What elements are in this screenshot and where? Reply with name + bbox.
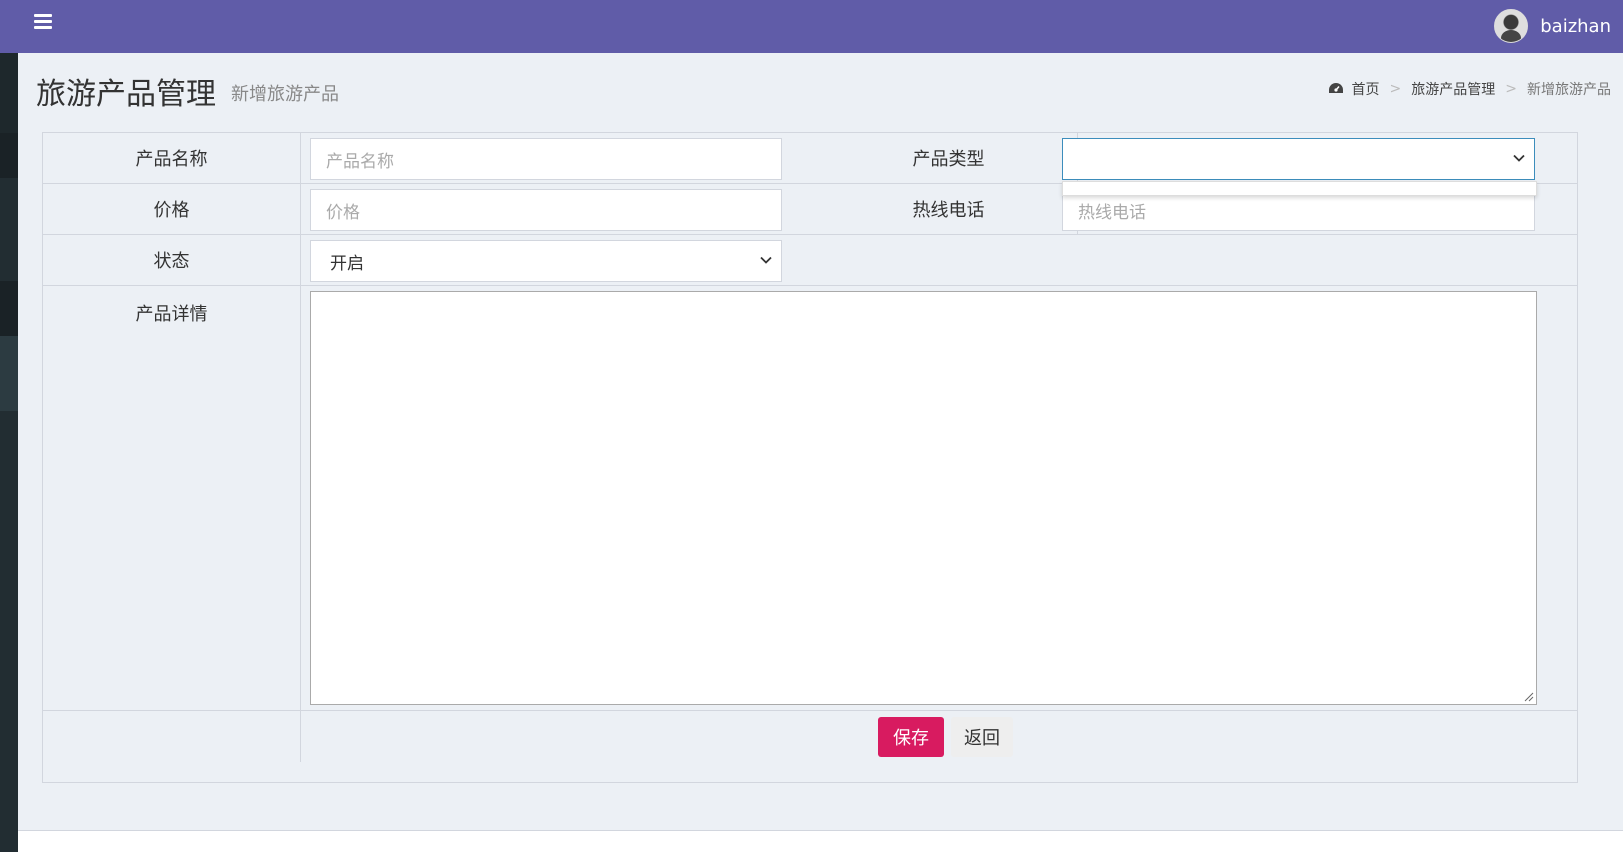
product-type-select[interactable]	[1062, 138, 1535, 180]
sidebar	[0, 0, 18, 852]
product-form: 产品名称 产品名称 产品类型 价格 价格 热线电话 热线电话 状态 开启 产品详…	[42, 132, 1578, 783]
footer	[18, 830, 1623, 853]
status-select[interactable]: 开启	[310, 240, 782, 282]
breadcrumb-home[interactable]: 首页	[1352, 79, 1380, 99]
detail-label: 产品详情	[43, 286, 301, 710]
breadcrumb: 首页 > 旅游产品管理 > 新增旅游产品	[1328, 79, 1611, 99]
form-row: 产品详情	[43, 286, 1577, 711]
dashboard-icon	[1328, 83, 1343, 93]
status-value: 开启	[330, 253, 364, 274]
sidebar-section	[0, 53, 18, 133]
sidebar-section	[0, 133, 18, 178]
hamburger-icon[interactable]	[34, 14, 52, 30]
page-title: 旅游产品管理	[36, 77, 216, 112]
resize-grip-icon[interactable]	[1524, 692, 1534, 702]
navbar-left-strip	[0, 0, 18, 53]
form-actions-row: 保存 返回	[43, 711, 1577, 762]
top-navbar: baizhan	[18, 0, 1623, 53]
breadcrumb-separator: >	[1505, 81, 1517, 97]
sidebar-section	[0, 281, 18, 336]
user-avatar	[1494, 9, 1529, 43]
page-subtitle: 新增旅游产品	[231, 84, 339, 105]
price-label: 价格	[43, 184, 301, 234]
username: baizhan	[1540, 15, 1611, 37]
content-area: 旅游产品管理 新增旅游产品 首页 > 旅游产品管理 > 新增旅游产品 产品名称 …	[18, 53, 1623, 830]
sidebar-section	[0, 336, 18, 411]
product-name-input[interactable]: 产品名称	[310, 138, 782, 180]
detail-textarea[interactable]	[310, 291, 1537, 705]
actions-label-cell	[43, 711, 301, 762]
sidebar-section	[0, 178, 18, 281]
product-type-label: 产品类型	[820, 133, 1078, 183]
form-row: 状态 开启	[43, 235, 1577, 286]
breadcrumb-current: 新增旅游产品	[1527, 82, 1611, 98]
form-row: 产品名称 产品名称 产品类型	[43, 133, 1577, 184]
status-label: 状态	[43, 235, 301, 285]
breadcrumb-separator: >	[1389, 81, 1402, 97]
breadcrumb-product-management[interactable]: 旅游产品管理	[1411, 79, 1495, 99]
save-button[interactable]: 保存	[878, 717, 944, 757]
chevron-down-icon	[1513, 154, 1525, 162]
product-name-label: 产品名称	[43, 133, 301, 183]
chevron-down-icon	[760, 256, 772, 264]
hotline-label: 热线电话	[820, 184, 1078, 234]
user-menu[interactable]: baizhan	[1494, 6, 1611, 46]
product-type-dropdown	[1062, 181, 1537, 196]
price-input[interactable]: 价格	[310, 189, 782, 231]
back-button[interactable]: 返回	[951, 717, 1013, 757]
